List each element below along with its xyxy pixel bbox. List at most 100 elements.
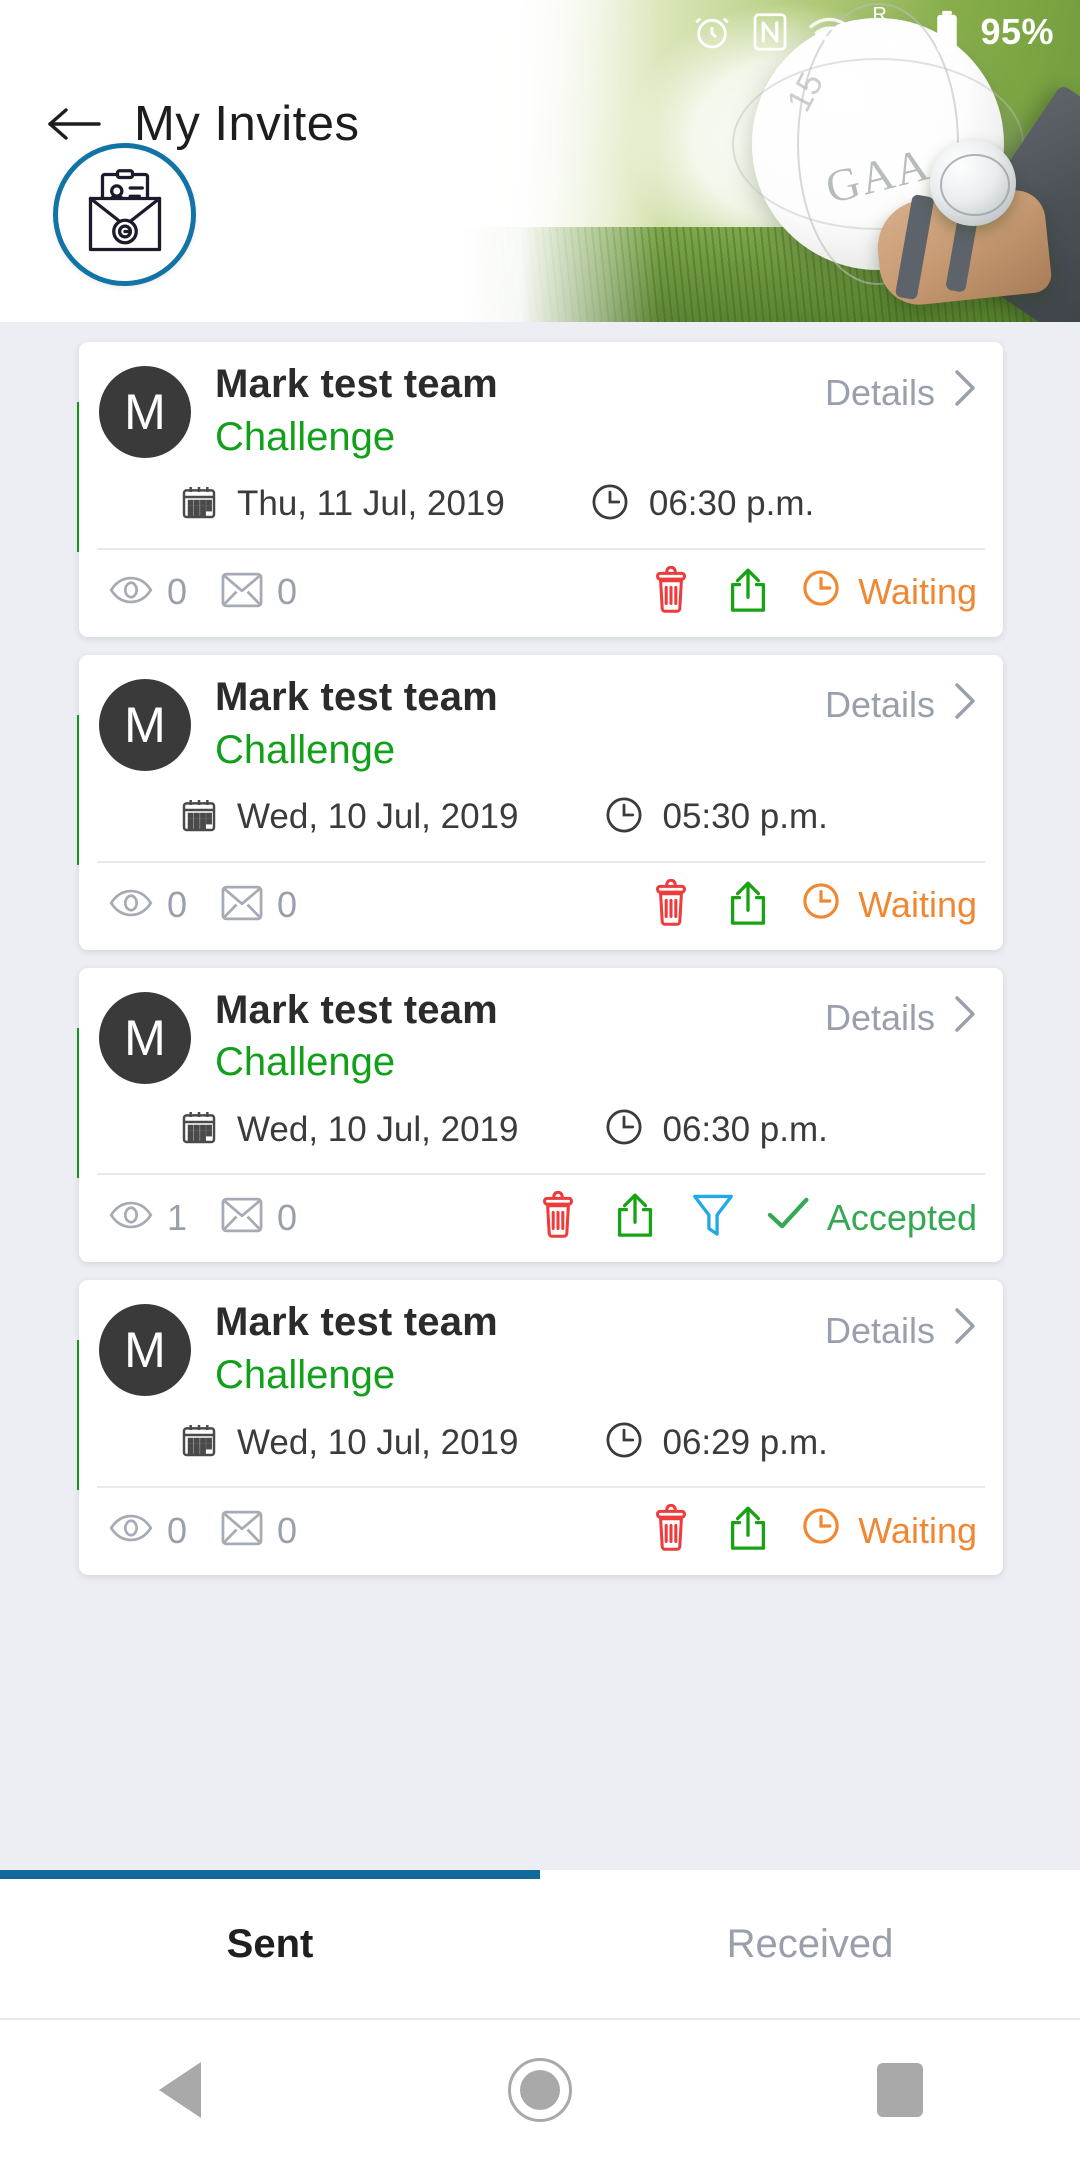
filter-button[interactable] [691, 1191, 735, 1244]
roaming-indicator: R [872, 5, 914, 55]
invites-list[interactable]: M Mark test team Challenge Details Thu, … [0, 322, 1080, 1870]
nav-back-button[interactable] [90, 2062, 270, 2118]
invite-card[interactable]: M Mark test team Challenge Details [77, 342, 1003, 637]
invite-card-body[interactable]: M Mark test team Challenge Details [79, 654, 1003, 950]
event-time-text: 05:30 p.m. [662, 797, 828, 837]
status-badge: Waiting [800, 567, 977, 618]
clock-status-icon [800, 880, 842, 931]
check-icon [765, 1193, 811, 1242]
views-stat: 0 [109, 884, 187, 926]
invite-card[interactable]: M Mark test team Challenge Details [77, 1280, 1003, 1576]
mail-icon [221, 572, 263, 613]
tab-sent[interactable]: Sent [0, 1870, 540, 2018]
messages-stat: 0 [221, 1197, 297, 1239]
status-badge: Waiting [800, 880, 977, 931]
event-time: 05:30 p.m. [603, 794, 828, 841]
event-time: 06:29 p.m. [603, 1419, 828, 1466]
share-button[interactable] [726, 1504, 770, 1557]
eye-icon [109, 1511, 153, 1550]
delete-button[interactable] [537, 1191, 579, 1244]
invite-card-body[interactable]: M Mark test team Challenge Details [79, 967, 1003, 1263]
tab-received[interactable]: Received [540, 1870, 1080, 2018]
status-label: Waiting [858, 884, 977, 926]
invite-card-body[interactable]: M Mark test team Challenge Details [79, 342, 1003, 637]
alarm-icon [692, 12, 732, 52]
status-badge: Accepted [765, 1193, 977, 1242]
messages-stat: 0 [221, 884, 297, 926]
messages-count: 0 [277, 571, 298, 613]
details-label: Details [824, 997, 935, 1039]
details-link[interactable]: Details [825, 1298, 979, 1355]
trash-icon [537, 1191, 579, 1244]
messages-count: 0 [277, 884, 298, 926]
tab-sent-label: Sent [226, 1921, 314, 1966]
event-date-text: Thu, 11 Jul, 2019 [237, 484, 505, 524]
nav-home-button[interactable] [450, 2058, 630, 2122]
views-count: 0 [167, 571, 188, 613]
event-time-text: 06:30 p.m. [648, 484, 815, 524]
event-date: Thu, 11 Jul, 2019 [179, 482, 505, 527]
card-datetime-row: Thu, 11 Jul, 2019 06:30 p.m. [99, 459, 979, 534]
delete-button[interactable] [650, 1503, 692, 1557]
avatar: M [99, 1304, 191, 1397]
invite-badge[interactable] [53, 143, 196, 286]
delete-button[interactable] [650, 565, 692, 619]
messages-count: 0 [277, 1509, 298, 1551]
details-link[interactable]: Details [825, 986, 979, 1043]
delete-button[interactable] [650, 878, 692, 932]
details-link[interactable]: Details [825, 360, 979, 417]
views-count: 0 [167, 884, 188, 926]
avatar: M [99, 366, 191, 458]
clock-status-icon [800, 567, 842, 618]
card-action-row: 0 0 Waiting [79, 863, 1003, 950]
nav-recents-button[interactable] [810, 2063, 990, 2117]
views-stat: 0 [109, 1510, 187, 1552]
page-title: My Invites [134, 97, 360, 151]
invite-card-body[interactable]: M Mark test team Challenge Details [79, 1280, 1003, 1576]
team-name: Mark test team [215, 1300, 498, 1345]
filter-icon [691, 1191, 735, 1244]
event-type: Challenge [215, 727, 396, 772]
event-time-text: 06:30 p.m. [662, 1109, 828, 1149]
invite-card[interactable]: M Mark test team Challenge Details [77, 654, 1003, 950]
clock-icon [603, 1419, 645, 1466]
status-label: Waiting [858, 571, 977, 613]
nav-recents-square-icon [877, 2063, 923, 2117]
details-link[interactable]: Details [825, 673, 979, 730]
event-date: Wed, 10 Jul, 2019 [179, 795, 519, 840]
event-date: Wed, 10 Jul, 2019 [179, 1107, 519, 1152]
header-title-row: My Invites [0, 96, 360, 152]
clock-icon [603, 1106, 645, 1153]
views-count: 1 [167, 1196, 188, 1238]
wifi-icon [808, 12, 854, 52]
card-datetime-row: Wed, 10 Jul, 2019 06:30 p.m. [99, 1084, 979, 1159]
app-header: 15 GAA R 95% My Invites [0, 0, 1080, 342]
card-action-row: 1 0 Accepted [79, 1175, 1003, 1262]
clock-icon [589, 481, 631, 528]
avatar: M [99, 678, 191, 771]
trash-icon [650, 1503, 692, 1557]
event-time-text: 06:29 p.m. [662, 1422, 828, 1462]
avatar-initial: M [124, 1009, 166, 1066]
nav-home-circle-icon [508, 2058, 572, 2122]
back-arrow-icon[interactable] [46, 104, 102, 144]
invite-card[interactable]: M Mark test team Challenge Details [77, 967, 1003, 1263]
nfc-icon [752, 12, 788, 52]
status-badge: Waiting [800, 1505, 977, 1556]
chevron-right-icon [951, 1306, 979, 1355]
event-date-text: Wed, 10 Jul, 2019 [237, 1109, 519, 1149]
calendar-icon [179, 1420, 219, 1465]
trash-icon [650, 878, 692, 932]
share-button[interactable] [726, 566, 770, 619]
eye-icon [109, 886, 153, 925]
share-button[interactable] [613, 1191, 657, 1244]
views-stat: 0 [109, 571, 187, 613]
card-datetime-row: Wed, 10 Jul, 2019 05:30 p.m. [99, 772, 979, 847]
details-label: Details [824, 371, 935, 413]
messages-stat: 0 [221, 1510, 297, 1552]
tab-active-indicator [0, 1870, 540, 1879]
event-time: 06:30 p.m. [589, 481, 814, 528]
card-action-row: 0 0 Waiting [79, 550, 1003, 637]
share-button[interactable] [726, 879, 770, 932]
clock-icon [603, 794, 645, 841]
